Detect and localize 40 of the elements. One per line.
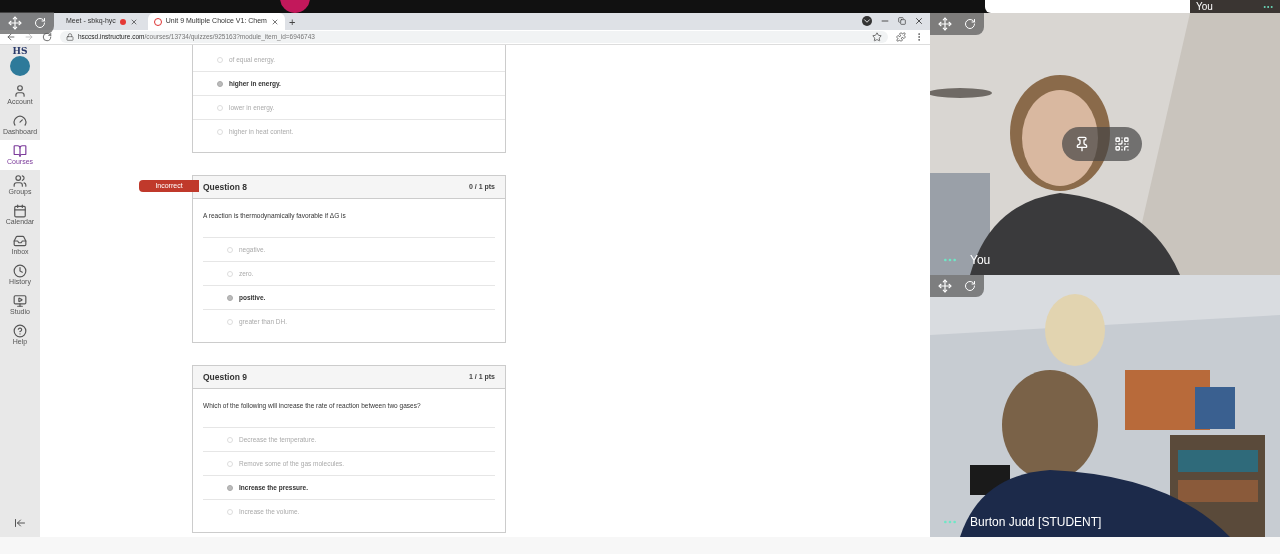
qr-icon[interactable] (1114, 136, 1130, 152)
people-icon (13, 173, 27, 188)
clock-icon (13, 263, 27, 278)
lock-icon (66, 33, 74, 41)
participant-name: Burton Judd [STUDENT] (970, 514, 1102, 531)
inbox-icon (13, 233, 27, 248)
radio-button[interactable] (227, 294, 233, 301)
back-icon[interactable] (6, 32, 16, 42)
question-title: Question 8 (203, 180, 247, 194)
participant-name: You (970, 252, 991, 269)
refresh-icon[interactable] (34, 17, 46, 29)
extensions-icon[interactable] (896, 32, 906, 42)
close-icon[interactable] (129, 17, 138, 26)
bookmark-icon[interactable] (872, 32, 882, 42)
gauge-icon (13, 113, 27, 128)
question-title: Question 9 (203, 370, 247, 384)
refresh-icon[interactable] (964, 18, 976, 30)
move-icon[interactable] (8, 16, 22, 30)
pin-icon[interactable] (1074, 136, 1090, 152)
close-icon[interactable] (270, 17, 279, 26)
tab-menu-icon[interactable] (862, 16, 872, 26)
self-label: You (1196, 1, 1213, 12)
refresh-icon[interactable] (964, 280, 976, 292)
collapse-icon[interactable] (14, 517, 26, 529)
move-icon[interactable] (938, 17, 952, 31)
logo-icon (10, 56, 30, 76)
help-icon (13, 323, 27, 338)
close-icon[interactable] (914, 16, 924, 26)
move-icon[interactable] (938, 279, 952, 293)
reload-icon[interactable] (42, 32, 52, 42)
logo: HS (12, 47, 28, 56)
calendar-icon (13, 203, 27, 218)
new-tab-button[interactable]: + (288, 17, 296, 28)
restore-icon[interactable] (898, 17, 906, 25)
radio-button[interactable] (227, 484, 233, 491)
forward-icon[interactable] (24, 32, 34, 42)
person-icon (13, 83, 27, 98)
monitor-icon (13, 293, 27, 308)
radio-button[interactable] (217, 80, 223, 87)
book-icon (13, 143, 27, 158)
